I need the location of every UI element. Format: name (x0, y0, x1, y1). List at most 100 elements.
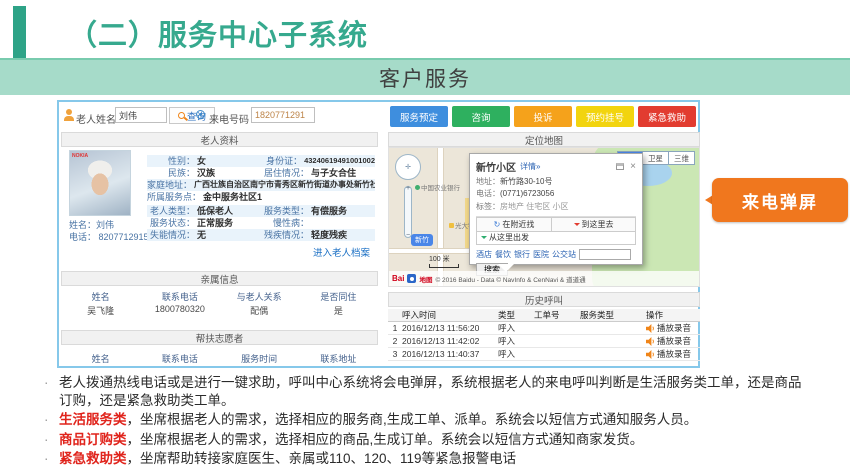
nearby-search-button[interactable]: ↻在附近找 (476, 217, 552, 232)
phone-icon (196, 110, 205, 119)
elder-type-label: 老人类型： (147, 205, 195, 217)
ethnic-label: 民族： (147, 167, 195, 179)
service-status-value: 正常服务 (195, 217, 233, 229)
service-type-value: 有偿服务 (309, 205, 347, 217)
person-icon (64, 109, 74, 121)
consult-button[interactable]: 咨询 (452, 106, 510, 127)
bullet-item: 生活服务类，坐席根据老人的需求，选择相应的服务商,生成工单、派单。系统会以短信方… (42, 411, 804, 429)
relative-relation: 配偶 (220, 304, 299, 317)
gender-value: 女 (195, 155, 206, 167)
map-attribution: Bai 地图 © 2016 Baidu - Data © NavInfo & C… (389, 271, 699, 286)
elder-name-label: 老人姓名 (76, 111, 116, 126)
popup-tags-value: 房地产 住宅区 小区 (500, 202, 568, 211)
speaker-icon (646, 324, 655, 333)
popup-phone-label: 电话： (476, 189, 500, 198)
photo-phone-caption: 电话： 8207712915 (69, 230, 149, 243)
play-recording-button[interactable]: 播放录音 (646, 335, 700, 347)
col-service-type: 服务类型 (580, 309, 646, 321)
service-booking-button[interactable]: 服务预定 (390, 106, 448, 127)
link-hospital[interactable]: 医院 (533, 249, 549, 260)
popup-tags-label: 标签： (476, 202, 500, 211)
col-relation: 与老人关系 (220, 290, 299, 303)
living-label: 居住情况： (257, 167, 309, 179)
col-phone: 联系电话 (140, 352, 219, 365)
goto-here-button[interactable]: 到这里去 (552, 217, 636, 232)
history-row: 3 2016/12/13 11:40:37 呼入 播放录音 (388, 348, 700, 361)
ethnic-value: 汉族 (195, 167, 215, 179)
enter-archive-link[interactable]: 进入老人档案 (313, 245, 370, 259)
link-food[interactable]: 餐饮 (495, 249, 511, 260)
col-phone: 联系电话 (140, 290, 219, 303)
emergency-button[interactable]: 紧急救助 (638, 106, 696, 127)
map-poi-bank1: 中国农业银行 (415, 182, 460, 192)
map-type-satellite[interactable]: 卫星 (643, 151, 669, 165)
disability-label: 失能情况： (147, 229, 195, 241)
caller-number-label: 来电号码 (209, 111, 249, 126)
map-copyright: © 2016 Baidu - Data © NavInfo & CenNavi … (435, 274, 585, 284)
field-row: 民族：汉族 居住情况：与子女合住 (147, 167, 375, 179)
chronic-label: 慢性病： (257, 217, 309, 229)
id-value: 43240619491001002 (302, 155, 375, 167)
section-banner-label: 客户服务 (379, 63, 471, 93)
field-row: 家庭地址：广西壮族自治区南宁市青秀区新竹街道办事处新竹社区居委会 (147, 179, 375, 191)
history-row: 2 2016/12/13 11:42:02 呼入 播放录音 (388, 335, 700, 348)
field-row: 老人类型：低保老人 服务类型：有偿服务 (147, 205, 375, 217)
map-header: 定位地图 (388, 132, 700, 147)
id-label: 身份证： (257, 155, 302, 167)
relative-name: 吴飞隆 (61, 304, 140, 317)
map-pan-control[interactable]: ✛ (395, 154, 421, 180)
map-zoom-slider[interactable] (404, 186, 412, 238)
close-icon[interactable]: × (630, 163, 636, 171)
elder-info-panel: 老人资料 NOKIA 姓名：刘伟 电话： 8207712915 性别：女 身份证… (61, 132, 378, 368)
caller-number-input[interactable] (251, 107, 315, 123)
volunteers-columns: 姓名 联系电话 服务时间 联系地址 (61, 352, 378, 365)
elder-type-value: 低保老人 (195, 205, 233, 217)
elder-name-input[interactable] (115, 107, 167, 123)
popup-details-link[interactable]: 详情» (520, 161, 540, 172)
map-info-popup: 新竹小区 详情» × 地址：新竹路30-10号 电话：(0771)6723056… (469, 153, 643, 265)
depart-here-button[interactable]: 从这里出发 (476, 232, 636, 245)
chronic-value (309, 217, 311, 229)
popup-title: 新竹小区 (476, 159, 516, 174)
link-bank[interactable]: 银行 (514, 249, 530, 260)
baidu-map[interactable]: ✛ 新竹 中国农业银行 光大银行 100 米 地图 卫星 三维 新竹小区 详情» (388, 147, 700, 287)
appointment-button[interactable]: 预约挂号 (576, 106, 634, 127)
popup-phone-value: (0771)6723056 (500, 189, 554, 198)
link-bus-stop[interactable]: 公交站 (552, 249, 576, 260)
col-call-time: 呼入时间 (402, 309, 498, 321)
col-address: 联系地址 (299, 352, 378, 365)
slide: （二）服务中心子系统 客户服务 老人姓名 查询 来电号码 服务预定 咨询 投诉 … (0, 0, 850, 466)
elder-photo: NOKIA (69, 150, 131, 216)
popup-category-links: 酒店 餐饮 银行 医院 公交站 (476, 249, 636, 260)
relatives-header: 亲属信息 (61, 271, 378, 286)
col-service-time: 服务时间 (220, 352, 299, 365)
baidu-logo: Bai (392, 274, 404, 283)
col-name: 姓名 (61, 290, 140, 303)
speaker-icon (646, 350, 655, 359)
print-icon[interactable] (616, 163, 624, 170)
app-screenshot: 老人姓名 查询 来电号码 服务预定 咨询 投诉 预约挂号 紧急救助 老人资料 N… (57, 100, 700, 368)
play-recording-button[interactable]: 播放录音 (646, 322, 700, 334)
field-row: 性别：女 身份证：43240619491001002 (147, 155, 375, 167)
map-scale: 100 米 (429, 254, 459, 268)
relatives-row: 吴飞隆 1800780320 配偶 是 (61, 304, 378, 317)
play-recording-button[interactable]: 播放录音 (646, 348, 700, 360)
map-station-label: 新竹 (411, 234, 433, 246)
disability-value: 无 (195, 229, 206, 241)
bullet-item: 商品订购类，坐席根据老人的需求，选择相应的商品,生成订单。系统会以短信方式通知商… (42, 431, 804, 449)
col-action: 操作 (646, 309, 700, 321)
service-point-label: 所属服务点： (147, 191, 201, 203)
gender-label: 性别： (147, 155, 195, 167)
history-header: 历史呼叫 (388, 292, 700, 307)
volunteers-header: 帮扶志愿者 (61, 330, 378, 345)
popup-search-input[interactable] (579, 249, 631, 260)
bullet-item: 紧急救助类，坐席帮助转接家庭医生、亲属或110、120、119等紧急报警电话 (42, 450, 804, 468)
link-hotel[interactable]: 酒店 (476, 249, 492, 260)
speaker-icon (646, 337, 655, 346)
description-bullets: 老人拨通热线电话或是进行一键求助，呼叫中心系统将会电弹屏，系统根据老人的来电呼叫… (42, 374, 804, 470)
map-type-3d[interactable]: 三维 (669, 151, 695, 165)
call-history-table: 呼入时间 类型 工单号 服务类型 操作 1 2016/12/13 11:56:2… (388, 309, 700, 361)
complaint-button[interactable]: 投诉 (514, 106, 572, 127)
col-name: 姓名 (61, 352, 140, 365)
map-panel: 定位地图 ✛ 新竹 中国农业银行 光大银行 100 米 地图 卫星 三维 (388, 132, 700, 368)
